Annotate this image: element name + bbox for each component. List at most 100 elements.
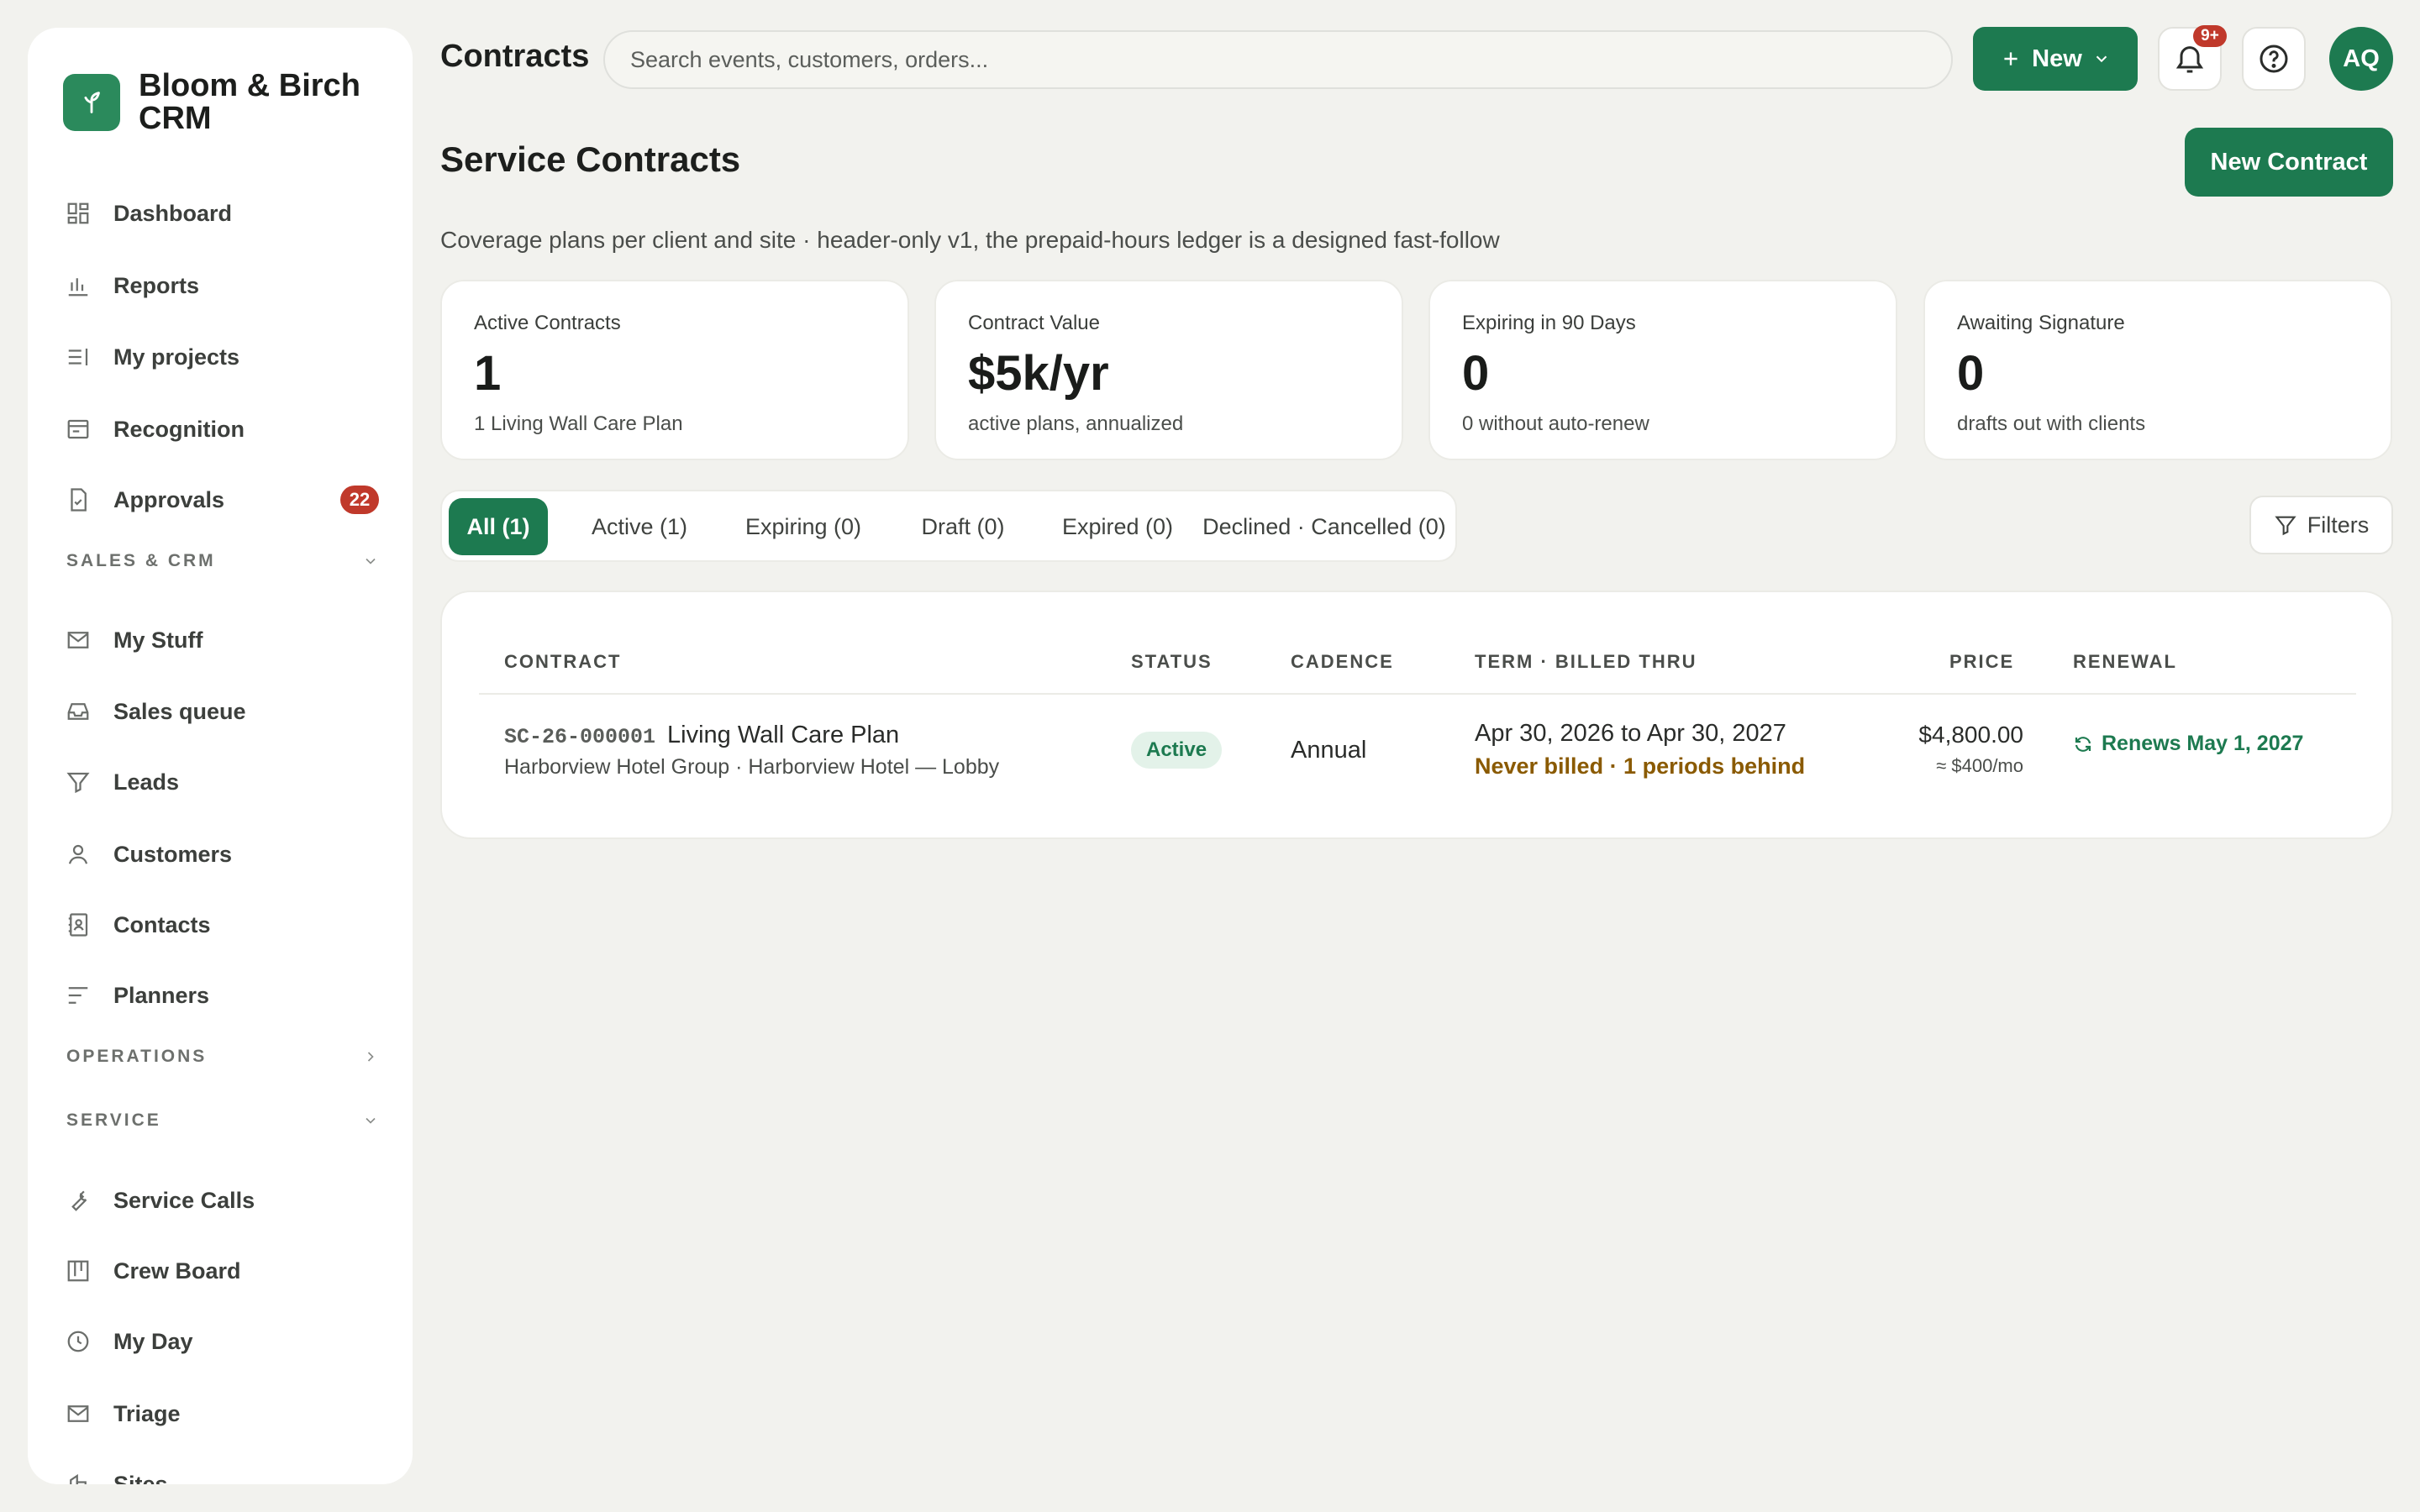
chevron-down-icon [362,1112,379,1129]
sidebar-item-my-projects[interactable]: My projects [63,330,379,384]
section-label: OPERATIONS [66,1047,208,1066]
person-icon [63,839,93,869]
sidebar-item-sites[interactable]: Sites [63,1457,379,1484]
kpi-card-active-contracts: Active Contracts 1 1 Living Wall Care Pl… [440,280,909,460]
billing-status: Never billed · 1 periods behind [1475,753,1806,779]
sidebar-item-reports[interactable]: Reports [63,259,379,312]
column-header-price[interactable]: PRICE [1949,651,2014,673]
sidebar-item-sales-queue[interactable]: Sales queue [63,685,379,738]
kpi-subtext: 1 Living Wall Care Plan [474,412,683,435]
sidebar-item-label: Triage [113,1400,181,1426]
topbar-title: Contracts [440,39,590,74]
sidebar-item-customers[interactable]: Customers [63,827,379,881]
chevron-down-icon [2092,50,2111,68]
chevron-right-icon [362,1048,379,1065]
section-service[interactable]: SERVICE [66,1104,379,1137]
kpi-label: Active Contracts [474,312,621,334]
sidebar-item-label: Leads [113,769,180,795]
brand-logo-icon [63,74,120,131]
filters-button[interactable]: Filters [2249,496,2393,554]
notifications-button[interactable]: 9+ [2158,25,2227,91]
sidebar-item-label: My Stuff [113,627,203,653]
sidebar-item-triage[interactable]: Triage [63,1387,379,1441]
term-value: Apr 30, 2026 to Apr 30, 2027 [1475,720,1786,747]
section-sales-crm[interactable]: SALES & CRM [66,544,379,578]
kpi-value: $5k/yr [968,346,1109,401]
sidebar-item-label: My projects [113,344,240,370]
sidebar-item-my-day[interactable]: My Day [63,1315,379,1368]
bar-chart-icon [63,270,93,301]
tab-declined-cancelled[interactable]: Declined · Cancelled (0) [1198,498,1450,555]
kpi-value: 0 [1462,346,1490,401]
clock-icon [63,1326,93,1357]
avatar[interactable]: AQ [2329,27,2393,91]
help-button[interactable] [2242,27,2306,91]
kpi-value: 0 [1957,346,1985,401]
kpi-card-contract-value: Contract Value $5k/yr active plans, annu… [934,280,1403,460]
sidebar-item-planners[interactable]: Planners [63,969,379,1022]
new-contract-button[interactable]: New Contract [2185,128,2393,197]
document-check-icon [63,485,93,515]
building-icon [63,1469,93,1484]
kpi-card-awaiting-signature: Awaiting Signature 0 drafts out with cli… [1923,280,2392,460]
kpi-value: 1 [474,346,502,401]
dashboard-icon [63,198,93,228]
filter-icon [2274,513,2297,537]
mail-icon [63,1399,93,1429]
price-value: $4,800.00 [1918,722,2023,748]
column-header-cadence[interactable]: CADENCE [1291,651,1394,673]
sidebar-item-label: Sites [113,1471,168,1485]
sidebar-item-label: Crew Board [113,1257,241,1284]
sidebar-item-service-calls[interactable]: Service Calls [63,1173,379,1227]
sidebar-item-recognition[interactable]: Recognition [63,402,379,456]
contact-book-icon [63,910,93,940]
sidebar: Bloom & Birch CRM Dashboard Reports My p… [28,28,413,1484]
table-row[interactable]: SC-26-000001 Living Wall Care Plan Harbo… [442,695,2391,821]
section-operations[interactable]: OPERATIONS [66,1040,379,1074]
sidebar-item-approvals[interactable]: Approvals 22 [63,473,379,527]
kpi-subtext: 0 without auto-renew [1462,412,1649,435]
kpi-card-expiring: Expiring in 90 Days 0 0 without auto-ren… [1428,280,1897,460]
contract-cell: SC-26-000001 Living Wall Care Plan [504,722,899,749]
sidebar-item-leads[interactable]: Leads [63,755,379,809]
sidebar-item-dashboard[interactable]: Dashboard [63,186,379,240]
tab-expiring[interactable]: Expiring (0) [714,498,892,555]
kpi-label: Awaiting Signature [1957,312,2125,334]
sidebar-item-my-stuff[interactable]: My Stuff [63,613,379,667]
sidebar-item-label: Service Calls [113,1187,255,1213]
tab-expired[interactable]: Expired (0) [1035,498,1200,555]
sidebar-item-label: My Day [113,1328,193,1354]
sidebar-item-label: Planners [113,982,210,1008]
brand[interactable]: Bloom & Birch CRM [63,70,382,135]
tab-active[interactable]: Active (1) [561,498,718,555]
column-header-contract[interactable]: CONTRACT [504,651,621,673]
search-input[interactable] [603,30,1953,89]
tab-all[interactable]: All (1) [449,498,548,555]
price-monthly: ≈ $400/mo [1936,755,2023,776]
column-header-renewal[interactable]: RENEWAL [2073,651,2177,673]
page-subtitle: Coverage plans per client and site · hea… [440,227,1500,253]
renewal-date: Renews May 1, 2027 [2102,732,2304,755]
status-badge: Active [1131,732,1223,769]
sidebar-item-label: Dashboard [113,200,233,226]
notification-count-badge: 9+ [2193,25,2227,47]
new-button[interactable]: New [1973,27,2138,91]
sidebar-item-label: Sales queue [113,698,246,724]
section-label: SALES & CRM [66,551,216,570]
sidebar-item-crew-board[interactable]: Crew Board [63,1244,379,1298]
new-button-label: New [2032,45,2082,72]
column-header-term[interactable]: TERM · BILLED THRU [1475,651,1697,673]
kanban-icon [63,1256,93,1286]
wrench-icon [63,1185,93,1215]
kpi-label: Contract Value [968,312,1100,334]
renewal-cell: Renews May 1, 2027 [2073,732,2303,756]
column-header-status[interactable]: STATUS [1131,651,1213,673]
tab-draft[interactable]: Draft (0) [887,498,1039,555]
contract-id: SC-26-000001 [504,725,656,749]
chevron-down-icon [362,553,379,570]
sidebar-item-contacts[interactable]: Contacts [63,898,379,952]
help-icon [2257,42,2291,76]
filter-icon [63,767,93,797]
card-icon [63,414,93,444]
sidebar-item-label: Approvals [113,486,225,512]
